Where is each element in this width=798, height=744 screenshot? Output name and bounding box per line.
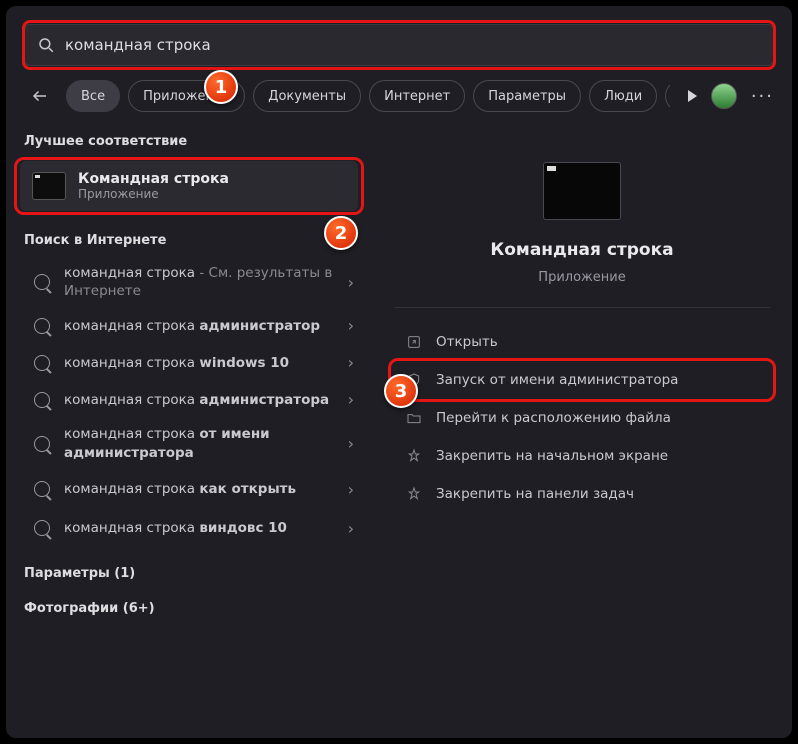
chevron-right-icon: ›: [348, 480, 354, 499]
chevron-right-icon: ›: [348, 434, 354, 453]
action-label: Открыть: [436, 334, 498, 350]
search-box[interactable]: [24, 24, 774, 66]
web-result-6[interactable]: командная строка виндовс 10 ›: [6, 509, 372, 548]
best-match-subtitle: Приложение: [78, 187, 229, 201]
web-result-text: командная строка администратора: [64, 391, 334, 409]
web-result-text: командная строка от имени администратора: [64, 425, 334, 461]
web-result-0[interactable]: командная строка - См. результаты в Инте…: [6, 256, 372, 308]
more-button[interactable]: ···: [751, 86, 774, 107]
chevron-right-icon: ›: [348, 390, 354, 409]
main-area: Лучшее соответствие Командная строка При…: [6, 124, 792, 738]
preview-subtitle: Приложение: [538, 270, 625, 285]
best-match-title: Командная строка: [78, 171, 229, 187]
action-pin-start[interactable]: Закрепить на начальном экране: [394, 438, 770, 474]
action-label: Закрепить на начальном экране: [436, 448, 668, 464]
action-label: Перейти к расположению файла: [436, 410, 671, 426]
filter-end-controls: ···: [680, 83, 774, 109]
best-match-text: Командная строка Приложение: [78, 171, 229, 201]
filter-chips: Все Приложения Документы Интернет Параме…: [66, 80, 670, 112]
chevron-right-icon: ›: [348, 316, 354, 335]
folder-icon: [406, 410, 422, 426]
user-avatar[interactable]: [711, 83, 737, 109]
search-window: 1 Все Приложения Документы Интернет Пара…: [6, 6, 792, 738]
web-result-4[interactable]: командная строка от имени администратора…: [6, 417, 372, 469]
settings-section-header[interactable]: Параметры (1): [6, 548, 372, 589]
web-result-text: командная строка windows 10: [64, 354, 334, 372]
chevron-right-icon: ›: [348, 353, 354, 372]
annotation-marker-3: 3: [384, 374, 418, 408]
web-result-3[interactable]: командная строка администратора ›: [6, 382, 372, 417]
play-icon[interactable]: [688, 90, 697, 102]
pin-icon: [406, 486, 422, 502]
search-icon: [34, 436, 50, 452]
search-input[interactable]: [65, 36, 761, 54]
search-icon: [34, 520, 50, 536]
open-icon: [406, 334, 422, 350]
preview-card: Командная строка Приложение: [394, 144, 770, 308]
preview-title: Командная строка: [490, 240, 673, 260]
filter-row: Все Приложения Документы Интернет Параме…: [6, 76, 792, 124]
search-bar-area: [6, 6, 792, 76]
web-result-5[interactable]: командная строка как открыть ›: [6, 470, 372, 509]
search-icon: [34, 355, 50, 371]
web-result-2[interactable]: командная строка windows 10 ›: [6, 343, 372, 382]
best-match-header: Лучшее соответствие: [6, 124, 372, 157]
pin-icon: [406, 448, 422, 464]
search-icon: [34, 481, 50, 497]
action-open[interactable]: Открыть: [394, 324, 770, 360]
web-result-text: командная строка виндовс 10: [64, 519, 334, 537]
action-pin-taskbar[interactable]: Закрепить на панели задач: [394, 476, 770, 512]
annotation-marker-2: 2: [324, 216, 358, 250]
web-search-header: Поиск в Интернете: [6, 217, 372, 256]
cmd-icon-large: [543, 162, 621, 220]
filter-chip-people[interactable]: Люди: [589, 80, 657, 112]
search-icon: [34, 274, 50, 290]
photos-section-header[interactable]: Фотографии (6+): [6, 589, 372, 624]
action-label: Закрепить на панели задач: [436, 486, 634, 502]
web-result-text: командная строка как открыть: [64, 480, 334, 498]
best-match-item[interactable]: Командная строка Приложение: [20, 161, 358, 211]
annotation-marker-1: 1: [204, 70, 238, 104]
filter-chip-all[interactable]: Все: [66, 80, 120, 112]
chevron-right-icon: ›: [348, 519, 354, 538]
search-icon: [34, 318, 50, 334]
filter-chip-more[interactable]: П: [665, 80, 670, 112]
preview-panel: Командная строка Приложение Открыть Запу…: [372, 124, 792, 738]
cmd-icon: [32, 172, 66, 200]
action-label: Запуск от имени администратора: [436, 372, 678, 388]
search-icon: [34, 392, 50, 408]
action-run-as-admin[interactable]: Запуск от имени администратора: [394, 362, 770, 398]
web-result-text: командная строка - См. результаты в Инте…: [64, 264, 334, 300]
filter-chip-settings[interactable]: Параметры: [473, 80, 581, 112]
filter-chip-docs[interactable]: Документы: [253, 80, 361, 112]
action-open-file-location[interactable]: Перейти к расположению файла: [394, 400, 770, 436]
search-icon: [37, 36, 55, 54]
web-result-1[interactable]: командная строка администратор ›: [6, 308, 372, 343]
results-panel: Лучшее соответствие Командная строка При…: [6, 124, 372, 738]
filter-chip-web[interactable]: Интернет: [369, 80, 465, 112]
actions-list: Открыть Запуск от имени администратора П…: [394, 308, 770, 512]
back-button[interactable]: [24, 80, 56, 112]
chevron-right-icon: ›: [348, 273, 354, 292]
web-result-text: командная строка администратор: [64, 317, 334, 335]
